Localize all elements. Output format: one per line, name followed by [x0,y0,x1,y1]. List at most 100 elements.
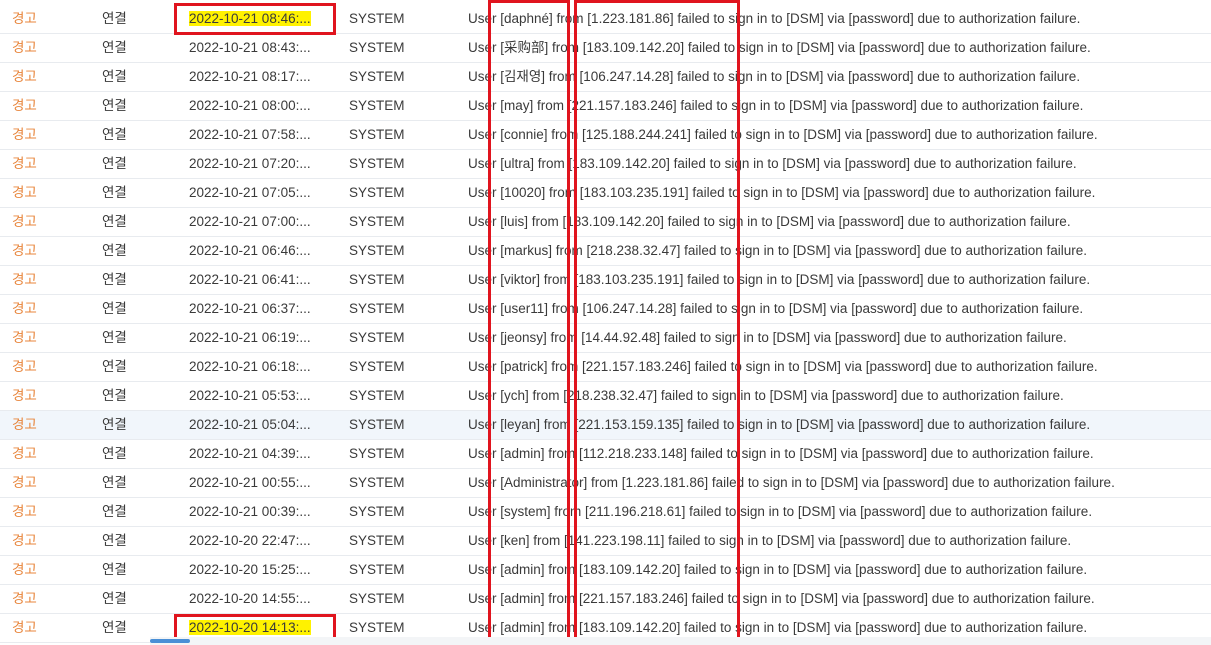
category-cell: 연결 [102,150,172,178]
user-cell: SYSTEM [349,179,459,207]
table-row[interactable]: 경고 연결 2022-10-21 08:46:... SYSTEM User [daph… [0,5,1211,34]
time-cell-text: 2022-10-20 15:25:... [189,562,311,577]
message-cell-text: User [ultra] from [183.109.142.20] faile… [468,156,1077,171]
category-cell: 연결 [102,266,172,294]
category-cell: 연결 [102,34,172,62]
category-cell: 연결 [102,92,172,120]
category-cell: 연결 [102,585,172,613]
level-cell-text: 경고 [12,504,37,519]
category-cell-text: 연결 [102,98,127,113]
table-row[interactable]: 경고 연결 2022-10-21 05:04:... SYSTEM User [leya… [0,411,1211,440]
message-cell: User [patrick] from [221.157.183.246] fa… [468,353,1208,381]
user-cell-text: SYSTEM [349,359,405,374]
time-cell: 2022-10-21 06:46:... [189,237,339,265]
user-cell-text: SYSTEM [349,127,405,142]
message-cell-text: User [10020] from [183.103.235.191] fail… [468,185,1096,200]
category-cell-text: 연결 [102,417,127,432]
time-cell-text: 2022-10-21 07:58:... [189,127,311,142]
time-cell: 2022-10-21 08:17:... [189,63,339,91]
time-cell: 2022-10-21 08:00:... [189,92,339,120]
category-cell-text: 연결 [102,591,127,606]
category-cell-text: 연결 [102,388,127,403]
time-cell: 2022-10-21 06:41:... [189,266,339,294]
user-cell-text: SYSTEM [349,330,405,345]
category-cell-text: 연결 [102,127,127,142]
table-row[interactable]: 경고 연결 2022-10-21 06:37:... SYSTEM User [user… [0,295,1211,324]
level-cell-text: 경고 [12,11,37,26]
time-cell-text: 2022-10-21 05:04:... [189,417,311,432]
table-row[interactable]: 경고 연결 2022-10-21 06:46:... SYSTEM User [mark… [0,237,1211,266]
table-row[interactable]: 경고 연결 2022-10-21 08:17:... SYSTEM User [김재영]… [0,63,1211,92]
message-cell: User [Administrator] from [1.223.181.86]… [468,469,1208,497]
message-cell: User [may] from [221.157.183.246] failed… [468,92,1208,120]
table-row[interactable]: 경고 연결 2022-10-21 07:20:... SYSTEM User [ultr… [0,150,1211,179]
level-cell: 경고 [12,440,72,468]
category-cell: 연결 [102,179,172,207]
level-cell-text: 경고 [12,446,37,461]
table-row[interactable]: 경고 연결 2022-10-20 14:55:... SYSTEM User [admi… [0,585,1211,614]
table-row[interactable]: 경고 연결 2022-10-21 06:19:... SYSTEM User [jeon… [0,324,1211,353]
table-row[interactable]: 경고 연결 2022-10-21 06:41:... SYSTEM User [vikt… [0,266,1211,295]
level-cell: 경고 [12,150,72,178]
category-cell-text: 연결 [102,272,127,287]
level-cell-text: 경고 [12,301,37,316]
category-cell-text: 연결 [102,475,127,490]
table-row[interactable]: 경고 연결 2022-10-21 04:39:... SYSTEM User [admi… [0,440,1211,469]
level-cell: 경고 [12,266,72,294]
table-row[interactable]: 경고 연결 2022-10-21 07:00:... SYSTEM User [luis… [0,208,1211,237]
category-cell-text: 연결 [102,359,127,374]
table-row[interactable]: 경고 연결 2022-10-21 07:58:... SYSTEM User [conn… [0,121,1211,150]
category-cell: 연결 [102,469,172,497]
level-cell: 경고 [12,324,72,352]
message-cell-text: User [markus] from [218.238.32.47] faile… [468,243,1088,258]
category-cell-text: 연결 [102,330,127,345]
table-row[interactable]: 경고 연결 2022-10-21 08:00:... SYSTEM User [may]… [0,92,1211,121]
time-cell: 2022-10-20 15:25:... [189,556,339,584]
table-row[interactable]: 경고 연결 2022-10-21 00:55:... SYSTEM User [Admi… [0,469,1211,498]
level-cell: 경고 [12,295,72,323]
user-cell-text: SYSTEM [349,446,405,461]
time-cell-text: 2022-10-21 06:37:... [189,301,311,316]
category-cell: 연결 [102,411,172,439]
category-cell-text: 연결 [102,40,127,55]
category-cell-text: 연결 [102,185,127,200]
table-row[interactable]: 경고 연결 2022-10-21 07:05:... SYSTEM User [1002… [0,179,1211,208]
category-cell-text: 연결 [102,562,127,577]
level-cell-text: 경고 [12,185,37,200]
table-row[interactable]: 경고 연결 2022-10-21 08:43:... SYSTEM User [采购部]… [0,34,1211,63]
message-cell: User [jeonsy] from [14.44.92.48] failed … [468,324,1208,352]
scrollbar-thumb[interactable] [150,639,190,643]
user-cell-text: SYSTEM [349,504,405,519]
time-cell: 2022-10-21 07:05:... [189,179,339,207]
table-row[interactable]: 경고 연결 2022-10-20 15:25:... SYSTEM User [admi… [0,556,1211,585]
message-cell-text: User [ych] from [218.238.32.47] failed t… [468,388,1064,403]
level-cell-text: 경고 [12,69,37,84]
table-row[interactable]: 경고 연결 2022-10-21 06:18:... SYSTEM User [patr… [0,353,1211,382]
time-cell: 2022-10-21 05:53:... [189,382,339,410]
time-cell-text: 2022-10-21 07:05:... [189,185,311,200]
user-cell-text: SYSTEM [349,243,405,258]
category-cell-text: 연결 [102,504,127,519]
category-cell: 연결 [102,295,172,323]
category-cell: 연결 [102,440,172,468]
level-cell-text: 경고 [12,272,37,287]
table-row[interactable]: 경고 연결 2022-10-21 05:53:... SYSTEM User [ych]… [0,382,1211,411]
time-cell: 2022-10-21 06:37:... [189,295,339,323]
user-cell-text: SYSTEM [349,388,405,403]
time-cell-text: 2022-10-21 05:53:... [189,388,311,403]
user-cell: SYSTEM [349,440,459,468]
category-cell-text: 연결 [102,533,127,548]
user-cell: SYSTEM [349,121,459,149]
table-row[interactable]: 경고 연결 2022-10-21 00:39:... SYSTEM User [syst… [0,498,1211,527]
category-cell-text: 연결 [102,214,127,229]
category-cell-text: 연결 [102,243,127,258]
level-cell-text: 경고 [12,388,37,403]
horizontal-scrollbar[interactable] [150,637,1211,645]
user-cell-text: SYSTEM [349,98,405,113]
user-cell: SYSTEM [349,382,459,410]
category-cell-text: 연결 [102,301,127,316]
level-cell: 경고 [12,208,72,236]
message-cell: User [김재영] from [106.247.14.28] failed t… [468,63,1208,91]
table-row[interactable]: 경고 연결 2022-10-20 22:47:... SYSTEM User [ken]… [0,527,1211,556]
time-cell-text: 2022-10-20 14:55:... [189,591,311,606]
